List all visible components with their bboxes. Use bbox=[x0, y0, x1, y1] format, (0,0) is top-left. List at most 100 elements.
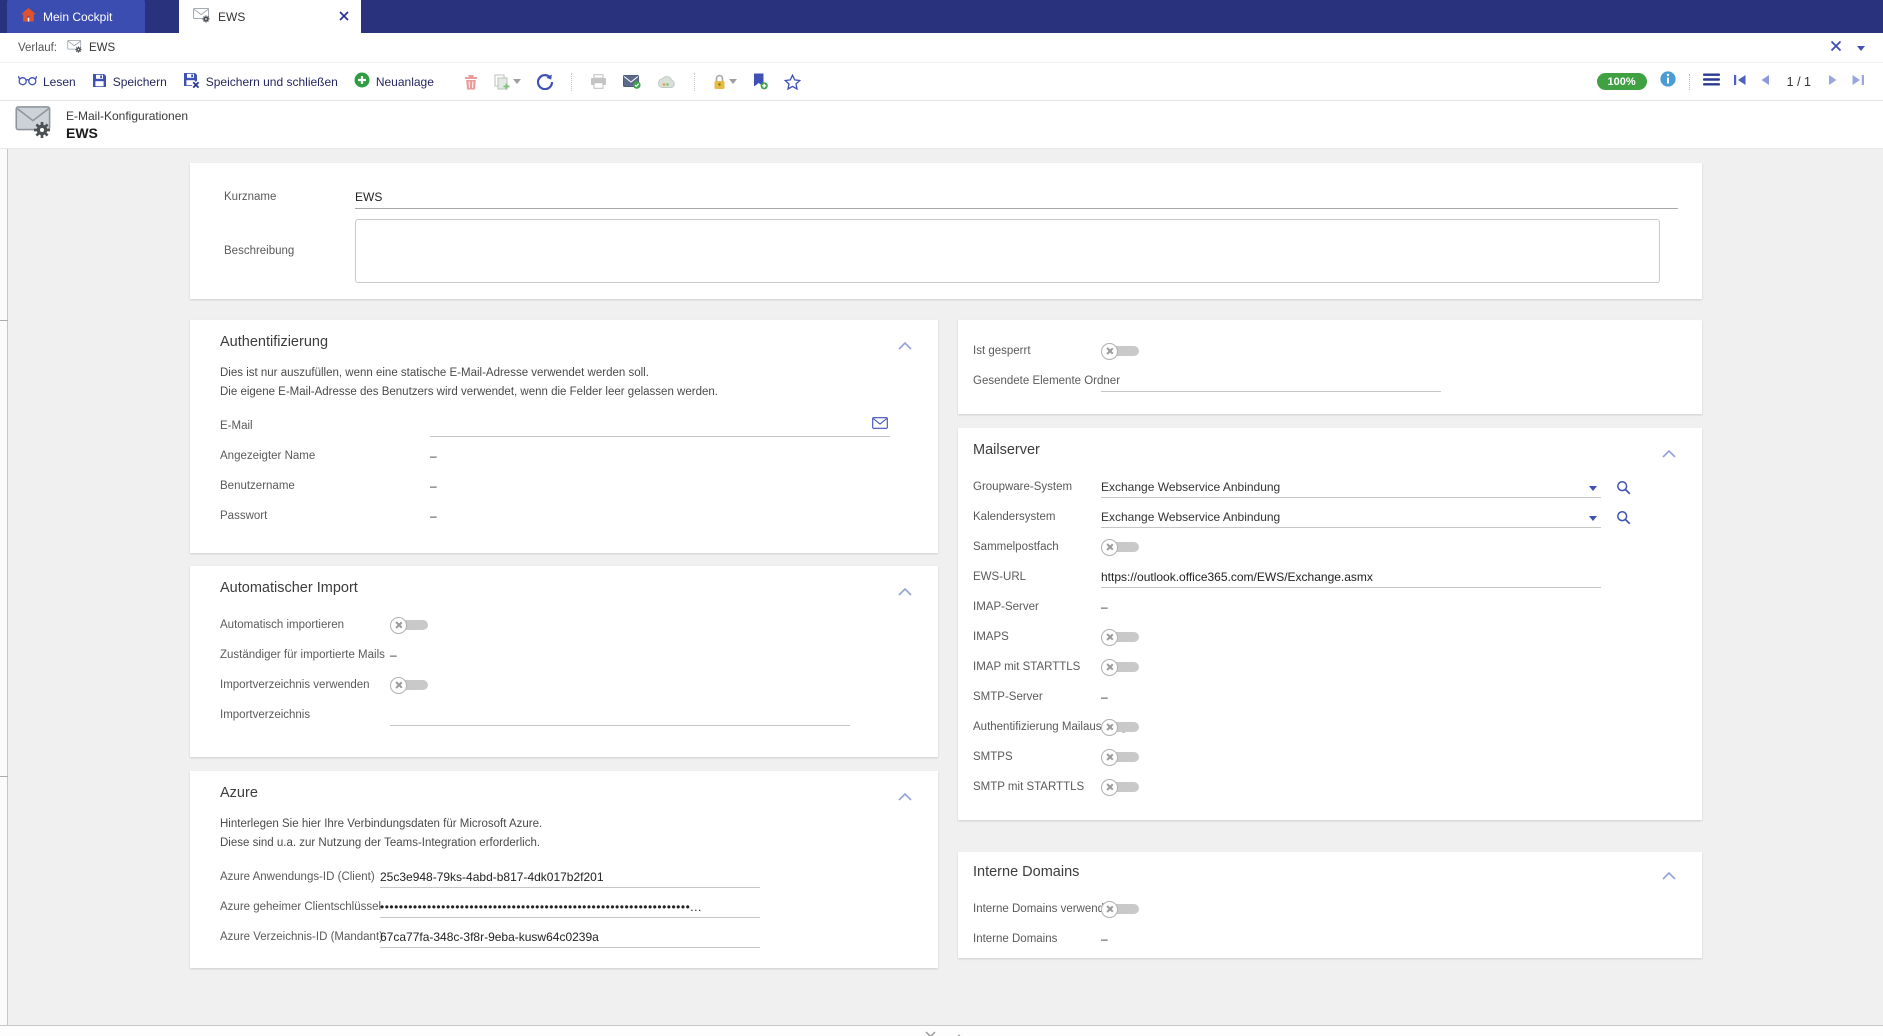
tab-mein-cockpit[interactable]: Mein Cockpit bbox=[7, 0, 145, 33]
history-item-ews[interactable]: EWS bbox=[67, 40, 115, 56]
toggle-imaps[interactable] bbox=[1101, 629, 1141, 646]
last-page-icon bbox=[1851, 74, 1865, 86]
field-label: Groupware-System bbox=[973, 481, 1101, 493]
collapse-chevron-icon[interactable] bbox=[898, 336, 912, 356]
kalender-select[interactable]: Exchange Webservice Anbindung bbox=[1101, 506, 1601, 528]
splitter-gutter[interactable] bbox=[0, 149, 8, 1025]
refresh-icon bbox=[537, 74, 553, 90]
toggle-ist-gesperrt[interactable] bbox=[1101, 343, 1141, 360]
send-mail-button[interactable] bbox=[623, 75, 641, 89]
kurzname-input[interactable]: EWS bbox=[355, 185, 1678, 209]
bookmark-button[interactable] bbox=[753, 73, 768, 90]
field-value: – bbox=[430, 479, 437, 493]
lock-button[interactable] bbox=[713, 74, 737, 90]
delete-button[interactable] bbox=[464, 74, 478, 90]
field-label: Authentifizierung Mailausgang bbox=[973, 721, 1101, 733]
importverzeichnis-input[interactable] bbox=[390, 704, 850, 726]
prev-page-button[interactable] bbox=[1760, 73, 1770, 91]
field-label: Azure Verzeichnis-ID (Mandant) bbox=[220, 931, 380, 943]
read-button[interactable]: Lesen bbox=[18, 74, 76, 89]
gutter-divider bbox=[0, 320, 8, 321]
gesendete-input[interactable] bbox=[1101, 370, 1441, 392]
section-description: Hinterlegen Sie hier Ihre Verbindungsdat… bbox=[220, 815, 914, 853]
azure-client-secret-input[interactable]: ••••••••••••••••••••••••••••••••••••••••… bbox=[380, 896, 760, 918]
collapse-chevron-icon[interactable] bbox=[1662, 866, 1676, 886]
toggle-smtp-starttls[interactable] bbox=[1101, 779, 1141, 796]
field-value: – bbox=[430, 509, 437, 523]
envelope-icon bbox=[872, 417, 888, 432]
panel-close-icon[interactable] bbox=[1830, 40, 1842, 55]
section-authentifizierung: Authentifizierung Dies ist nur auszufüll… bbox=[190, 320, 938, 553]
toggle-auth-mailausgang[interactable] bbox=[1101, 719, 1141, 736]
search-icon[interactable] bbox=[1616, 480, 1631, 495]
history-bar: Verlauf: EWS bbox=[0, 33, 1883, 63]
first-page-button[interactable] bbox=[1733, 73, 1747, 91]
mail-config-icon bbox=[67, 40, 83, 56]
menu-button[interactable] bbox=[1703, 73, 1720, 91]
panel-menu-caret-icon[interactable] bbox=[1854, 42, 1865, 54]
toggle-sammelpostfach[interactable] bbox=[1101, 539, 1141, 556]
envelope-check-icon bbox=[623, 75, 641, 89]
field-automatisch-importieren: Automatisch importieren bbox=[220, 610, 914, 640]
field-azure-client-id: Azure Anwendungs-ID (Client) 25c3e948-79… bbox=[220, 862, 914, 892]
last-page-button[interactable] bbox=[1851, 73, 1865, 91]
collapse-chevron-icon[interactable] bbox=[898, 582, 912, 602]
glasses-icon bbox=[18, 74, 37, 89]
zoom-badge[interactable]: 100% bbox=[1597, 73, 1647, 90]
field-azure-client-secret: Azure geheimer Clientschlüssel •••••••••… bbox=[220, 892, 914, 922]
email-input[interactable] bbox=[430, 415, 890, 437]
section-automatischer-import: Automatischer Import Automatisch importi… bbox=[190, 566, 938, 757]
field-value: – bbox=[1101, 690, 1108, 704]
field-label: SMTPS bbox=[973, 751, 1101, 763]
tab-close-icon[interactable] bbox=[339, 10, 349, 24]
azure-tenant-id-input[interactable]: 67ca77fa-348c-3f8r-9eba-kusw64c0239a bbox=[380, 926, 760, 948]
search-icon[interactable] bbox=[1616, 510, 1631, 525]
toggle-importverzeichnis-verwenden[interactable] bbox=[390, 677, 430, 694]
toggle-imap-starttls[interactable] bbox=[1101, 659, 1141, 676]
beschreibung-input[interactable] bbox=[355, 219, 1660, 283]
next-page-icon bbox=[1828, 74, 1838, 86]
copy-caret-icon[interactable] bbox=[513, 79, 521, 84]
new-button[interactable]: Neuanlage bbox=[354, 72, 434, 91]
save-close-button[interactable]: Speichern und schließen bbox=[183, 72, 338, 91]
toggle-smtps[interactable] bbox=[1101, 749, 1141, 766]
field-label: SMTP-Server bbox=[973, 691, 1101, 703]
refresh-button[interactable] bbox=[537, 74, 553, 90]
info-icon[interactable] bbox=[1660, 71, 1676, 92]
field-kalendersystem: Kalendersystem Exchange Webservice Anbin… bbox=[973, 502, 1678, 532]
panel-collapse-icon[interactable] bbox=[925, 1029, 936, 1036]
toggle-interne-domains[interactable] bbox=[1101, 901, 1141, 918]
save-close-label: Speichern und schließen bbox=[206, 75, 338, 89]
first-page-icon bbox=[1733, 74, 1747, 86]
toolbar-separator bbox=[571, 73, 572, 91]
ews-url-input[interactable]: https://outlook.office365.com/EWS/Exchan… bbox=[1101, 566, 1601, 588]
cloud-button[interactable] bbox=[657, 75, 676, 88]
toggle-off-icon bbox=[1101, 779, 1118, 796]
tab-label: Mein Cockpit bbox=[43, 10, 112, 24]
toggle-off-icon bbox=[1101, 901, 1118, 918]
mail-config-icon bbox=[193, 8, 211, 26]
lock-caret-icon[interactable] bbox=[729, 79, 737, 84]
field-groupware-system: Groupware-System Exchange Webservice Anb… bbox=[973, 472, 1678, 502]
field-benutzername: Benutzername – bbox=[220, 471, 914, 501]
section-azure: Azure Hinterlegen Sie hier Ihre Verbindu… bbox=[190, 771, 938, 968]
print-button[interactable] bbox=[590, 74, 607, 89]
chevron-down-icon bbox=[1589, 516, 1597, 521]
tab-ews[interactable]: EWS bbox=[179, 0, 361, 33]
groupware-select[interactable]: Exchange Webservice Anbindung bbox=[1101, 476, 1601, 498]
card-status: Ist gesperrt Gesendete Elemente Ordner bbox=[958, 320, 1702, 414]
panel-expand-icon[interactable] bbox=[953, 1029, 965, 1036]
next-page-button[interactable] bbox=[1828, 73, 1838, 91]
collapse-chevron-icon[interactable] bbox=[898, 787, 912, 807]
section-title: Automatischer Import bbox=[220, 578, 914, 598]
azure-client-id-input[interactable]: 25c3e948-79ks-4abd-b817-4dk017b2f201 bbox=[380, 866, 760, 888]
favorite-button[interactable] bbox=[784, 74, 801, 90]
save-button[interactable]: Speichern bbox=[92, 73, 167, 91]
field-label: Benutzername bbox=[220, 480, 430, 492]
copy-button[interactable] bbox=[494, 74, 521, 90]
collapse-chevron-icon[interactable] bbox=[1662, 444, 1676, 464]
section-title: Authentifizierung bbox=[220, 332, 914, 352]
toggle-automatisch-importieren[interactable] bbox=[390, 617, 430, 634]
home-icon bbox=[21, 8, 36, 25]
record-type-label: E-Mail-Konfigurationen bbox=[66, 109, 188, 123]
